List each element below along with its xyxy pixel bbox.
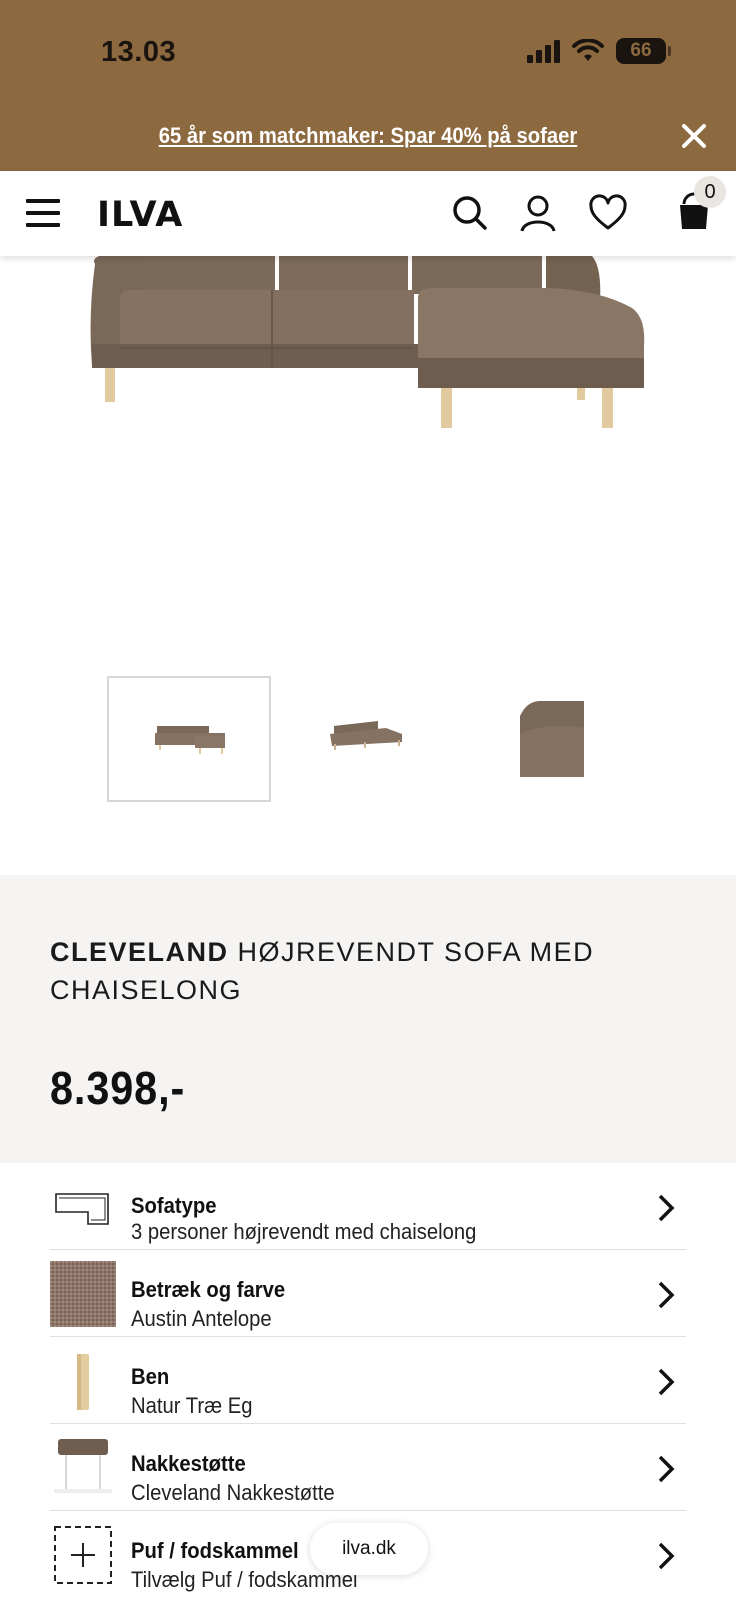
option-legs[interactable]: Ben Natur Træ Eg bbox=[50, 1337, 686, 1424]
thumbnail-3[interactable] bbox=[475, 676, 639, 802]
option-value: 3 personer højrevendt med chaiselong bbox=[131, 1219, 477, 1244]
option-value: Cleveland Nakkestøtte bbox=[131, 1480, 335, 1505]
promo-link[interactable]: 65 år som matchmaker: Spar 40% på sofaer bbox=[29, 123, 706, 149]
heart-icon[interactable] bbox=[588, 193, 628, 233]
sofa-shape-icon bbox=[55, 1193, 109, 1225]
browser-url-pill[interactable]: ilva.dk bbox=[310, 1523, 428, 1575]
product-image[interactable] bbox=[0, 256, 736, 656]
sofa-thumbnail-angle bbox=[330, 721, 402, 750]
chevron-right-icon bbox=[658, 1368, 675, 1396]
option-label: Nakkestøtte bbox=[131, 1451, 246, 1476]
product-info: CLEVELAND HØJREVENDT SOFA MED CHAISELONG… bbox=[0, 875, 736, 1163]
product-price: 8.398,- bbox=[50, 1062, 186, 1114]
wifi-icon bbox=[572, 39, 604, 61]
option-label: Sofatype bbox=[131, 1193, 217, 1218]
battery-icon: 66 bbox=[616, 38, 671, 64]
option-sofatype[interactable]: Sofatype 3 personer højrevendt med chais… bbox=[50, 1163, 686, 1250]
status-time: 13.03 bbox=[101, 36, 177, 68]
fabric-swatch bbox=[50, 1261, 116, 1327]
site-header: ILVA 0 bbox=[0, 171, 736, 256]
headrest-icon bbox=[54, 1439, 112, 1493]
option-label: Ben bbox=[131, 1364, 170, 1389]
wood-leg-icon bbox=[77, 1354, 89, 1410]
menu-icon[interactable] bbox=[26, 199, 60, 229]
close-icon[interactable] bbox=[680, 122, 708, 150]
status-icons: 66 bbox=[527, 38, 671, 64]
promo-banner: 13.03 66 65 år som matchmaker: Spar 40% … bbox=[0, 0, 736, 171]
sofa-thumbnail-front bbox=[155, 726, 225, 754]
chevron-right-icon bbox=[658, 1194, 675, 1222]
account-icon[interactable] bbox=[518, 193, 558, 233]
cellular-signal-icon bbox=[527, 39, 560, 63]
image-thumbnails bbox=[0, 676, 736, 804]
product-title: CLEVELAND HØJREVENDT SOFA MED CHAISELONG bbox=[50, 933, 610, 1009]
thumbnail-1[interactable] bbox=[107, 676, 271, 802]
option-value: Natur Træ Eg bbox=[131, 1393, 253, 1418]
option-label: Puf / fodskammel bbox=[131, 1538, 299, 1563]
cart-count-badge: 0 bbox=[694, 176, 726, 208]
chevron-right-icon bbox=[658, 1281, 675, 1309]
chevron-right-icon bbox=[658, 1542, 675, 1570]
thumbnail-2[interactable] bbox=[290, 676, 454, 802]
site-logo[interactable]: ILVA bbox=[97, 195, 183, 235]
search-icon[interactable] bbox=[450, 193, 490, 233]
product-brand: CLEVELAND bbox=[50, 937, 229, 967]
option-fabric-color[interactable]: Betræk og farve Austin Antelope bbox=[50, 1250, 686, 1337]
add-icon bbox=[54, 1526, 112, 1584]
option-headrest[interactable]: Nakkestøtte Cleveland Nakkestøtte bbox=[50, 1424, 686, 1511]
battery-level: 66 bbox=[630, 40, 652, 61]
chevron-right-icon bbox=[658, 1455, 675, 1483]
option-value: Austin Antelope bbox=[131, 1306, 272, 1331]
sofa-thumbnail-detail bbox=[520, 701, 584, 777]
option-label: Betræk og farve bbox=[131, 1277, 286, 1302]
